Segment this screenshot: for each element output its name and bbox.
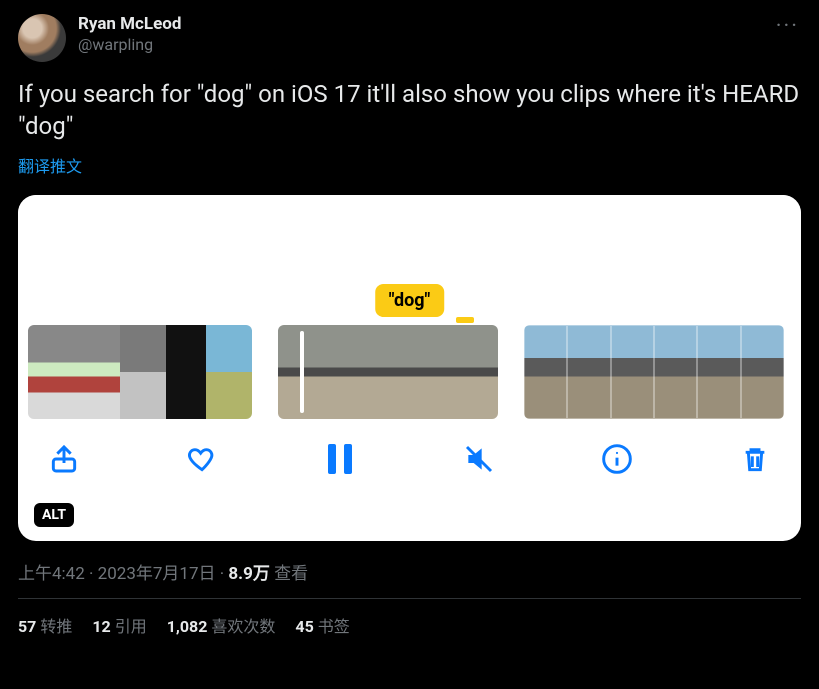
clip-thumb[interactable] [278, 325, 498, 419]
author-handle: @warpling [78, 35, 181, 55]
author-name: Ryan McLeod [78, 14, 181, 35]
time-text[interactable]: 上午4:42 [18, 564, 85, 584]
share-icon[interactable] [46, 441, 82, 477]
mute-icon[interactable] [461, 441, 497, 477]
tweet-stats: 57转推 12引用 1,082喜欢次数 45书签 [18, 613, 801, 643]
clip-thumb[interactable] [524, 325, 784, 419]
translate-link[interactable]: 翻译推文 [18, 153, 801, 177]
search-term-badge: "dog" [375, 284, 445, 317]
more-icon[interactable]: ··· [776, 14, 799, 39]
views-count: 8.9万 [228, 564, 269, 584]
media-preview-top: "dog" [18, 195, 801, 325]
tweet-header: Ryan McLeod @warpling ··· [18, 14, 801, 62]
pause-icon[interactable] [322, 441, 358, 477]
media-card[interactable]: "dog" [18, 195, 801, 541]
tweet-text: If you search for "dog" on iOS 17 it'll … [18, 78, 801, 143]
info-icon[interactable] [599, 441, 635, 477]
clip-thumb[interactable] [28, 325, 252, 419]
retweets-stat[interactable]: 57转推 [18, 613, 72, 637]
quotes-stat[interactable]: 12引用 [92, 613, 146, 637]
tweet-meta: 上午4:42 · 2023年7月17日 · 8.9万 查看 [18, 559, 801, 584]
trash-icon[interactable] [737, 441, 773, 477]
tweet-container: Ryan McLeod @warpling ··· If you search … [0, 0, 819, 653]
divider [18, 598, 801, 599]
video-timeline[interactable] [18, 325, 801, 419]
alt-text-badge[interactable]: ALT [34, 503, 74, 527]
date-text[interactable]: 2023年7月17日 [98, 564, 216, 584]
views-label: 查看 [270, 564, 308, 584]
media-action-bar [18, 419, 801, 477]
avatar[interactable] [18, 14, 66, 62]
heart-icon[interactable] [184, 441, 220, 477]
author-block[interactable]: Ryan McLeod @warpling [78, 14, 181, 55]
bookmarks-stat[interactable]: 45书签 [295, 613, 349, 637]
search-term-tick [456, 317, 474, 323]
likes-stat[interactable]: 1,082喜欢次数 [167, 613, 276, 637]
